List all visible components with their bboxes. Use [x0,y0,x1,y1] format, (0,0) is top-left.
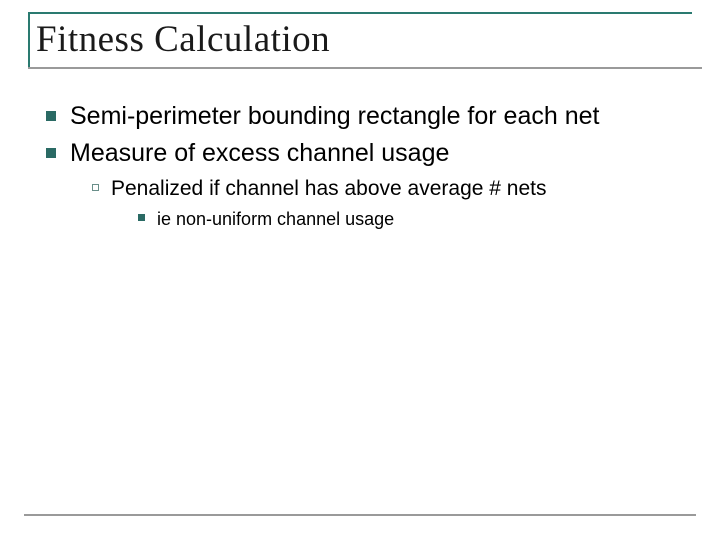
square-outline-bullet-icon [92,184,99,191]
list-item: Measure of excess channel usage [46,138,672,169]
slide: Fitness Calculation Semi-perimeter bound… [0,0,720,540]
bullet-text: Measure of excess channel usage [70,138,449,169]
slide-title: Fitness Calculation [36,18,684,61]
slide-body: Semi-perimeter bounding rectangle for ea… [18,101,702,231]
bullet-level-3-list: ie non-uniform channel usage [138,208,672,231]
square-bullet-icon [46,111,56,121]
bullet-text: ie non-uniform channel usage [157,208,394,231]
square-bullet-icon [46,148,56,158]
list-item: Semi-perimeter bounding rectangle for ea… [46,101,672,132]
bottom-divider [24,514,696,516]
list-item: ie non-uniform channel usage [138,208,672,231]
list-item: Penalized if channel has above average #… [92,176,672,202]
bullet-text: Semi-perimeter bounding rectangle for ea… [70,101,599,132]
bullet-level-2-list: Penalized if channel has above average #… [92,176,672,202]
title-container: Fitness Calculation [28,12,692,67]
square-bullet-icon [138,214,145,221]
bullet-level-1-list: Semi-perimeter bounding rectangle for ea… [46,101,672,168]
bullet-text: Penalized if channel has above average #… [111,176,546,202]
